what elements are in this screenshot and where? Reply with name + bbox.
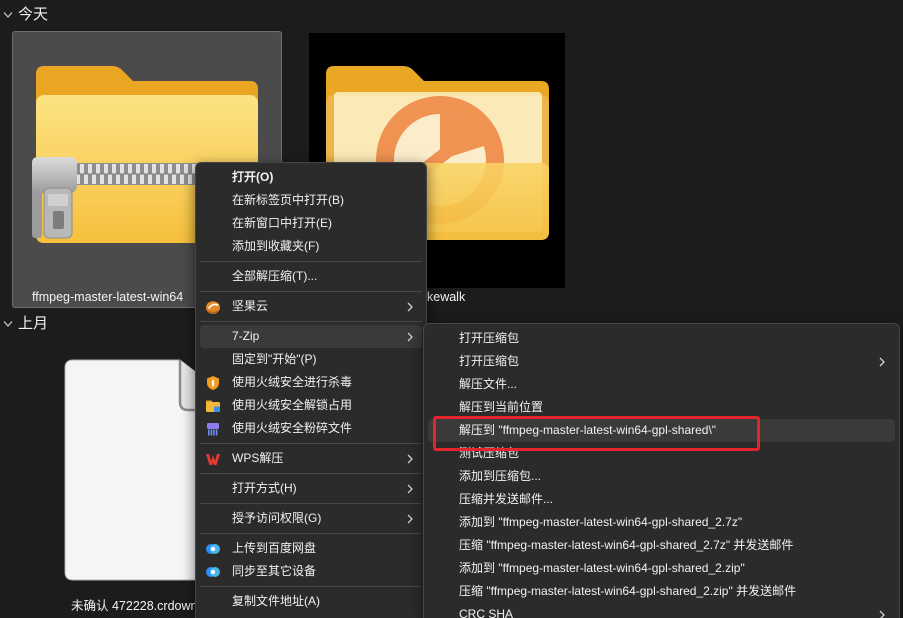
submenu-item-compress-zip-and-email[interactable]: 压缩 "ffmpeg-master-latest-win64-gpl-share… [428, 580, 895, 603]
menu-item-open-in-new-window[interactable]: 在新窗口中打开(E) [200, 212, 422, 235]
group-header-last-month[interactable]: 上月 [3, 314, 48, 334]
menu-item-upload-baidu[interactable]: 上传到百度网盘 [200, 537, 422, 560]
menu-separator [200, 500, 422, 507]
menu-item-label: 解压文件... [459, 377, 518, 391]
menu-item-label: 添加到 "ffmpeg-master-latest-win64-gpl-shar… [459, 515, 743, 529]
chevron-right-icon [407, 514, 413, 523]
submenu-item-add-to-7z[interactable]: 添加到 "ffmpeg-master-latest-win64-gpl-shar… [428, 511, 895, 534]
menu-item-label: 打开方式(H) [232, 481, 297, 495]
menu-item-sync-devices[interactable]: 同步至其它设备 [200, 560, 422, 583]
context-menu: 打开(O) 在新标签页中打开(B) 在新窗口中打开(E) 添加到收藏夹(F) 全… [195, 162, 427, 618]
menu-separator [200, 530, 422, 537]
chevron-right-icon [407, 484, 413, 493]
chevron-right-icon [407, 454, 413, 463]
menu-item-wps-extract[interactable]: WPS解压 [200, 447, 422, 470]
submenu-item-open-archive[interactable]: 打开压缩包 [428, 327, 895, 350]
chevron-right-icon [407, 332, 413, 341]
menu-item-label: 打开压缩包 [459, 331, 520, 345]
chevron-right-icon [407, 302, 413, 311]
baidu-netdisk-icon [206, 566, 220, 577]
menu-item-label: 打开压缩包 [459, 354, 520, 368]
nutstore-icon [206, 300, 220, 314]
menu-item-give-access[interactable]: 授予访问权限(G) [200, 507, 422, 530]
menu-item-label: 在新窗口中打开(E) [232, 216, 332, 230]
menu-item-label: 添加到压缩包... [459, 469, 542, 483]
menu-item-copy-path[interactable]: 复制文件地址(A) [200, 590, 422, 613]
menu-item-open-in-new-tab[interactable]: 在新标签页中打开(B) [200, 189, 422, 212]
group-header-today[interactable]: 今天 [3, 5, 48, 25]
menu-item-extract-all[interactable]: 全部解压缩(T)... [200, 265, 422, 288]
submenu-item-open-archive-more[interactable]: 打开压缩包 [428, 350, 895, 373]
menu-item-pin-to-start[interactable]: 固定到"开始"(P) [200, 348, 422, 371]
baidu-netdisk-icon [206, 543, 220, 554]
huorong-unlock-icon [206, 400, 220, 412]
menu-item-huorong-unlock[interactable]: 使用火绒安全解锁占用 [200, 394, 422, 417]
menu-item-label: 添加到收藏夹(F) [232, 239, 320, 253]
menu-separator [200, 470, 422, 477]
menu-item-huorong-shred[interactable]: 使用火绒安全粉碎文件 [200, 417, 422, 440]
menu-separator [200, 440, 422, 447]
submenu-item-add-to-archive[interactable]: 添加到压缩包... [428, 465, 895, 488]
menu-item-label: 解压到当前位置 [459, 400, 544, 414]
submenu-item-crc-sha[interactable]: CRC SHA [428, 603, 895, 618]
menu-item-label: 固定到"开始"(P) [232, 352, 317, 366]
menu-item-open[interactable]: 打开(O) [200, 166, 422, 189]
chevron-down-icon [3, 321, 13, 327]
highlight-annotation-box [433, 416, 760, 451]
menu-item-nutstore[interactable]: 坚果云 [200, 295, 422, 318]
menu-item-label: 同步至其它设备 [232, 564, 317, 578]
menu-item-label: WPS解压 [232, 451, 284, 465]
menu-item-label: 复制文件地址(A) [232, 594, 320, 608]
menu-separator [200, 583, 422, 590]
chevron-right-icon [879, 357, 885, 366]
file-name: ffmpeg-master-latest-win64 [32, 290, 184, 304]
menu-item-label: 压缩 "ffmpeg-master-latest-win64-gpl-share… [459, 584, 797, 598]
menu-item-label: 7-Zip [232, 329, 260, 343]
menu-item-label: 压缩并发送邮件... [459, 492, 554, 506]
menu-separator [200, 318, 422, 325]
menu-item-add-to-favorites[interactable]: 添加到收藏夹(F) [200, 235, 422, 258]
menu-item-label: 添加到 "ffmpeg-master-latest-win64-gpl-shar… [459, 561, 745, 575]
wps-icon [206, 453, 220, 465]
menu-item-label: CRC SHA [459, 607, 514, 618]
chevron-right-icon [879, 610, 885, 618]
7zip-submenu: 打开压缩包 打开压缩包 解压文件... 解压到当前位置 解压到 "ffmpeg-… [423, 323, 900, 618]
menu-item-label: 使用火绒安全进行杀毒 [232, 375, 353, 389]
file-name: kewalk [427, 290, 466, 304]
menu-separator [200, 258, 422, 265]
menu-item-label: 压缩 "ffmpeg-master-latest-win64-gpl-share… [459, 538, 794, 552]
file-name: 未确认 472228.crdown [71, 599, 198, 613]
huorong-shred-icon [207, 422, 219, 435]
menu-separator [200, 288, 422, 295]
group-label: 上月 [18, 315, 49, 332]
menu-item-label: 使用火绒安全粉碎文件 [232, 421, 353, 435]
submenu-item-extract-files[interactable]: 解压文件... [428, 373, 895, 396]
menu-item-label: 全部解压缩(T)... [232, 269, 318, 283]
chevron-down-icon [3, 12, 13, 18]
submenu-item-add-to-zip[interactable]: 添加到 "ffmpeg-master-latest-win64-gpl-shar… [428, 557, 895, 580]
menu-item-label: 打开(O) [232, 170, 274, 184]
submenu-item-compress-7z-and-email[interactable]: 压缩 "ffmpeg-master-latest-win64-gpl-share… [428, 534, 895, 557]
menu-item-label: 坚果云 [232, 299, 269, 313]
group-label: 今天 [18, 6, 49, 23]
menu-item-label: 上传到百度网盘 [232, 541, 317, 555]
menu-item-7zip[interactable]: 7-Zip [200, 325, 422, 348]
menu-item-open-with[interactable]: 打开方式(H) [200, 477, 422, 500]
menu-item-huorong-scan[interactable]: 使用火绒安全进行杀毒 [200, 371, 422, 394]
menu-item-label: 使用火绒安全解锁占用 [232, 398, 353, 412]
menu-item-label: 在新标签页中打开(B) [232, 193, 344, 207]
menu-item-label: 授予访问权限(G) [232, 511, 322, 525]
submenu-item-compress-and-email[interactable]: 压缩并发送邮件... [428, 488, 895, 511]
huorong-shield-icon [207, 375, 219, 390]
